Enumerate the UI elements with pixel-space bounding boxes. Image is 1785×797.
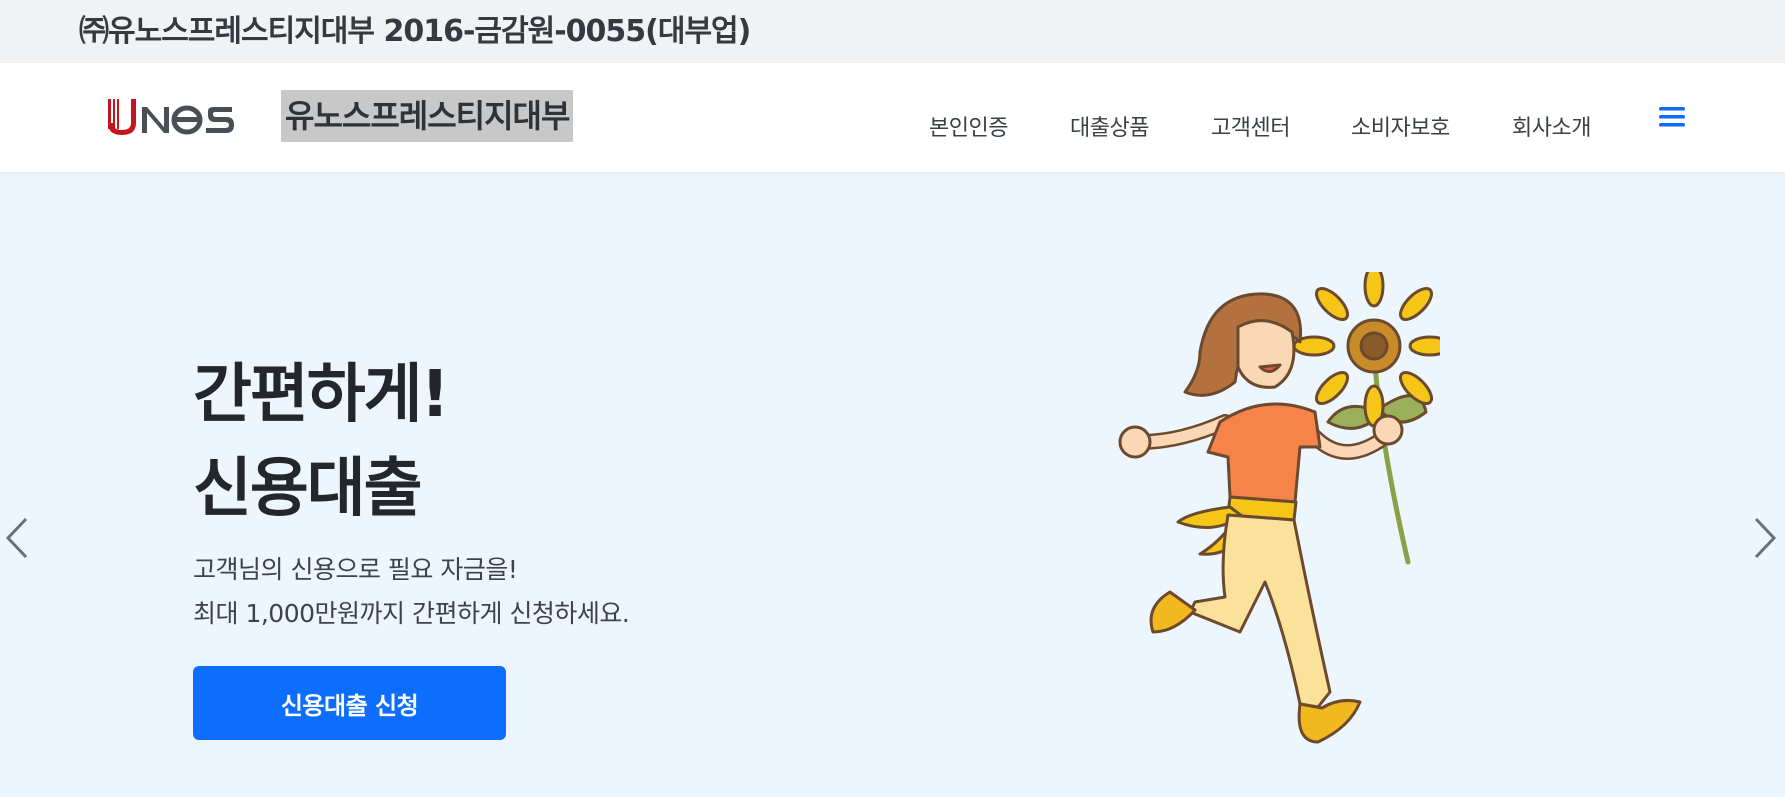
hero-title-line-2: 신용대출 bbox=[193, 452, 423, 526]
hero-subtitle-line-2: 최대 1,000만원까지 간편하게 신청하세요. bbox=[193, 599, 630, 628]
hamburger-menu-icon[interactable] bbox=[1659, 105, 1685, 129]
site-header: 유노스프레스티지대부 본인인증 대출상품 고객센터 소비자보호 회사소개 bbox=[0, 63, 1785, 172]
hero-title-line-1: 간편하게! bbox=[193, 358, 450, 432]
nav-item-loan-products[interactable]: 대출상품 bbox=[1070, 110, 1149, 142]
company-registration-text: ㈜유노스프레스티지대부 2016-금감원-0055(대부업) bbox=[79, 14, 751, 49]
nav-item-consumer-protection[interactable]: 소비자보호 bbox=[1351, 110, 1450, 142]
hero-section: 간편하게! 신용대출 고객님의 신용으로 필요 자금을! 최대 1,000만원까… bbox=[0, 172, 1785, 797]
chevron-left-icon[interactable] bbox=[2, 515, 32, 561]
nav-item-identity-verification[interactable]: 본인인증 bbox=[929, 110, 1008, 142]
hero-subtitle: 고객님의 신용으로 필요 자금을! 최대 1,000만원까지 간편하게 신청하세… bbox=[193, 548, 630, 636]
nav-item-customer-center[interactable]: 고객센터 bbox=[1211, 110, 1290, 142]
apply-credit-loan-button[interactable]: 신용대출 신청 bbox=[193, 666, 506, 740]
chevron-right-icon[interactable] bbox=[1750, 515, 1780, 561]
hero-title: 간편하게! 신용대출 bbox=[193, 348, 450, 536]
hero-subtitle-line-1: 고객님의 신용으로 필요 자금을! bbox=[193, 555, 518, 584]
brand-name[interactable]: 유노스프레스티지대부 bbox=[281, 90, 574, 142]
top-info-bar: ㈜유노스프레스티지대부 2016-금감원-0055(대부업) bbox=[0, 0, 1785, 63]
unos-logo[interactable] bbox=[106, 95, 256, 137]
nav-item-company-intro[interactable]: 회사소개 bbox=[1512, 110, 1591, 142]
woman-running-with-sunflower-illustration bbox=[1118, 272, 1440, 744]
